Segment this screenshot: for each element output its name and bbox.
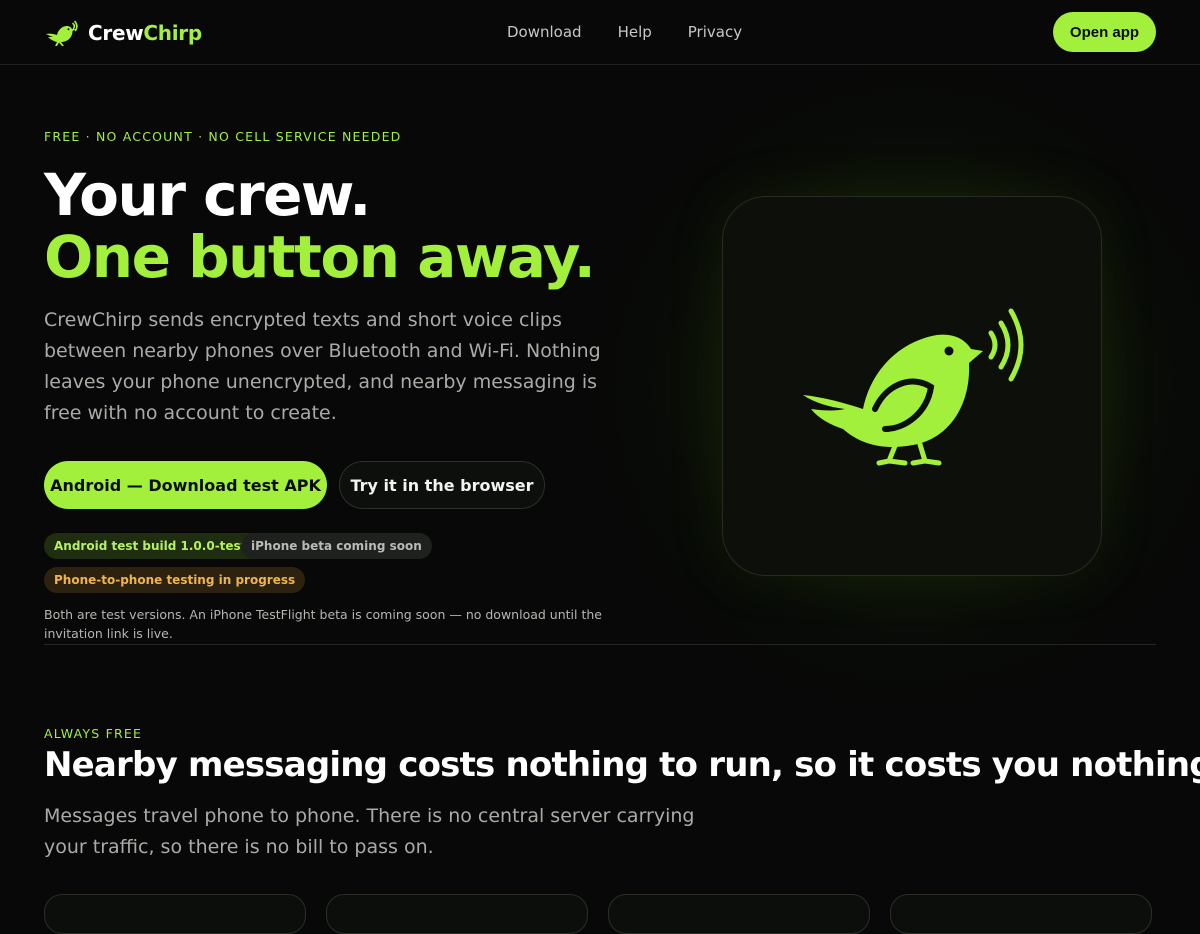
free-section-title: Nearby messaging costs nothing to run, s… (44, 745, 1200, 785)
feature-card-2 (326, 894, 588, 934)
hero-description: CrewChirp sends encrypted texts and shor… (44, 309, 601, 424)
feature-card-3 (608, 894, 870, 934)
status-badge-iphone-beta: iPhone beta coming soon (241, 533, 432, 559)
brand-home-link[interactable]: CrewChirp (44, 17, 202, 49)
bird-chirp-icon (803, 308, 1024, 466)
hero-title-line-1: Your crew. (44, 161, 371, 229)
status-badge-testing: Phone-to-phone testing in progress (44, 567, 306, 593)
brand-name: CrewChirp (88, 21, 202, 45)
brand-name-first: Crew (88, 21, 144, 45)
download-apk-button[interactable]: Android — Download test APK (44, 461, 327, 509)
brand-name-second: Chirp (143, 21, 202, 45)
feature-card-1 (44, 894, 306, 934)
hero-title-line-2: One button away. (44, 223, 596, 291)
status-badge-android-build: Android test build 1.0.0-test2 (44, 533, 265, 559)
nav-link-privacy[interactable]: Privacy (688, 22, 742, 42)
bird-chirp-icon (46, 20, 78, 46)
hero-eyebrow: FREE · NO ACCOUNT · NO CELL SERVICE NEED… (44, 129, 402, 144)
test-version-note: Both are test versions. An iPhone TestFl… (44, 607, 602, 641)
feature-card-4 (890, 894, 1152, 934)
open-app-button[interactable]: Open app (1053, 12, 1156, 52)
top-navigation-bar: CrewChirp Download Help Privacy Open app (0, 0, 1200, 65)
main-nav: Download Help Privacy (507, 22, 742, 42)
hero-art-card (722, 196, 1102, 576)
try-browser-button[interactable]: Try it in the browser (339, 461, 545, 509)
free-section-eyebrow: ALWAYS FREE (44, 726, 143, 741)
nav-link-download[interactable]: Download (507, 22, 582, 42)
section-divider (44, 644, 1156, 645)
hero-title: Your crew. One button away. (44, 161, 596, 291)
nav-link-help[interactable]: Help (618, 22, 652, 42)
free-section-description: Messages travel phone to phone. There is… (44, 805, 695, 858)
